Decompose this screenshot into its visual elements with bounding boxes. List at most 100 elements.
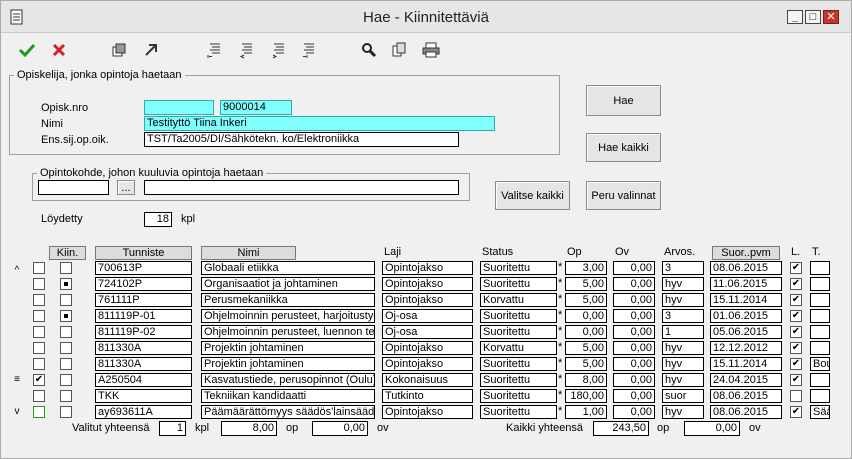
cell-arvos[interactable]: hyv	[662, 293, 704, 307]
header-nimi[interactable]: Nimi	[201, 246, 296, 260]
cell-nimi[interactable]: Kasvatustiede, perusopinnot (Oulu)	[201, 373, 375, 387]
cell-suor-pvm[interactable]: 08.06.2015	[710, 261, 782, 275]
cell-laji[interactable]: Oj-osa	[382, 309, 473, 323]
l-checkbox[interactable]: ✔	[790, 262, 802, 274]
kiin-checkbox[interactable]	[60, 342, 72, 354]
cancel-icon[interactable]	[49, 41, 69, 59]
select-checkbox[interactable]	[33, 294, 45, 306]
l-checkbox[interactable]: ✔	[790, 358, 802, 370]
cell-t[interactable]	[810, 373, 830, 387]
cell-laji[interactable]: Opintojakso	[382, 357, 473, 371]
cell-nimi[interactable]: Ohjelmoinnin perusteet, harjoitustyö	[201, 309, 375, 323]
cell-suor-pvm[interactable]: 15.11.2014	[710, 293, 782, 307]
cell-op[interactable]: 5,00	[565, 341, 607, 355]
l-checkbox[interactable]: ✔	[790, 374, 802, 386]
cell-ov[interactable]: 0,00	[613, 357, 655, 371]
cell-laji[interactable]: Oj-osa	[382, 325, 473, 339]
cell-t[interactable]: Bou	[810, 357, 830, 371]
cell-suor-pvm[interactable]: 05.06.2015	[710, 325, 782, 339]
opisk-nro-field[interactable]: 9000014	[220, 100, 292, 115]
copy-documents-icon[interactable]	[389, 41, 409, 59]
kiin-checkbox[interactable]	[60, 326, 72, 338]
cell-arvos[interactable]: hyv	[662, 373, 704, 387]
target-name-field[interactable]	[144, 180, 459, 195]
first-record-icon[interactable]	[205, 41, 225, 59]
cell-suor-pvm[interactable]: 08.06.2015	[710, 405, 782, 419]
cell-arvos[interactable]: suor	[662, 389, 704, 403]
table-row[interactable]: TKK Tekniikan kandidaatti Tutkinto Suoritet…	[1, 388, 851, 404]
maximize-button[interactable]: □	[805, 10, 821, 24]
cell-t[interactable]	[810, 325, 830, 339]
cell-op[interactable]: 8,00	[565, 373, 607, 387]
table-row[interactable]: 811330A Projektin johtaminen Opintojakso Ko…	[1, 340, 851, 356]
select-checkbox[interactable]	[33, 406, 45, 418]
cell-nimi[interactable]: Organisaatiot ja johtaminen	[201, 277, 375, 291]
previous-record-icon[interactable]	[237, 41, 257, 59]
cell-arvos[interactable]: hyv	[662, 341, 704, 355]
cell-ov[interactable]: 0,00	[613, 261, 655, 275]
cell-tunniste[interactable]: 811330A	[95, 341, 192, 355]
restore-windows-icon[interactable]	[109, 41, 129, 59]
kiin-checkbox[interactable]	[60, 262, 72, 274]
cell-arvos[interactable]: hyv	[662, 405, 704, 419]
cell-nimi[interactable]: Perusmekaniikka	[201, 293, 375, 307]
peru-valinnat-button[interactable]: Peru valinnat	[586, 181, 661, 210]
accept-icon[interactable]	[17, 41, 37, 59]
cell-suor-pvm[interactable]: 24.04.2015	[710, 373, 782, 387]
cell-laji[interactable]: Opintojakso	[382, 341, 473, 355]
cell-ov[interactable]: 0,00	[613, 309, 655, 323]
opisk-nro-prefix-field[interactable]	[144, 100, 214, 115]
cell-ov[interactable]: 0,00	[613, 325, 655, 339]
select-checkbox[interactable]	[33, 390, 45, 402]
header-tunniste[interactable]: Tunniste	[95, 246, 192, 260]
table-row[interactable]: 724102P Organisaatiot ja johtaminen Opinto…	[1, 276, 851, 292]
kiin-checkbox[interactable]	[60, 390, 72, 402]
l-checkbox[interactable]: ✔	[790, 278, 802, 290]
cell-arvos[interactable]: hyv	[662, 277, 704, 291]
select-checkbox[interactable]	[33, 262, 45, 274]
cell-ov[interactable]: 0,00	[613, 293, 655, 307]
cell-status[interactable]: Suoritettu	[480, 309, 557, 323]
cell-op[interactable]: 3,00	[565, 261, 607, 275]
select-checkbox[interactable]	[33, 342, 45, 354]
select-checkbox[interactable]	[33, 358, 45, 370]
cell-laji[interactable]: Opintojakso	[382, 293, 473, 307]
cell-nimi[interactable]: Päämäärättömyys säädös'lainsäädäntö	[201, 405, 375, 419]
valitse-kaikki-button[interactable]: Valitse kaikki	[495, 181, 570, 210]
kiin-checkbox[interactable]	[60, 406, 72, 418]
cell-tunniste[interactable]: TKK	[95, 389, 192, 403]
l-checkbox[interactable]: ✔	[790, 342, 802, 354]
target-code-field[interactable]	[38, 180, 109, 195]
cell-tunniste[interactable]: 811119P-01	[95, 309, 192, 323]
cell-status[interactable]: Korvattu	[480, 341, 557, 355]
kiin-checkbox[interactable]	[60, 294, 72, 306]
cell-tunniste[interactable]: A250504	[95, 373, 192, 387]
cell-ov[interactable]: 0,00	[613, 373, 655, 387]
hae-button[interactable]: Hae	[586, 85, 661, 116]
table-row[interactable]: ay693611A Päämäärättömyys säädös'lainsääd…	[1, 404, 851, 420]
cell-arvos[interactable]: 3	[662, 261, 704, 275]
cell-t[interactable]	[810, 389, 830, 403]
cell-tunniste[interactable]: 700613P	[95, 261, 192, 275]
cell-suor-pvm[interactable]: 08.06.2015	[710, 389, 782, 403]
l-checkbox[interactable]: ✔	[790, 406, 802, 418]
table-row[interactable]: 811119P-02 Ohjelmoinnin perusteet, luenno…	[1, 324, 851, 340]
search-icon[interactable]	[359, 41, 379, 59]
cell-suor-pvm[interactable]: 11.06.2015	[710, 277, 782, 291]
hae-kaikki-button[interactable]: Hae kaikki	[586, 133, 661, 162]
header-kiin[interactable]: Kiin.	[49, 246, 86, 260]
cell-nimi[interactable]: Projektin johtaminen	[201, 357, 375, 371]
cell-nimi[interactable]: Tekniikan kandidaatti	[201, 389, 375, 403]
next-record-icon[interactable]	[269, 41, 289, 59]
cell-tunniste[interactable]: 811330A	[95, 357, 192, 371]
print-icon[interactable]	[421, 41, 441, 59]
cell-t[interactable]: Sää	[810, 405, 830, 419]
cell-ov[interactable]: 0,00	[613, 389, 655, 403]
cell-op[interactable]: 180,00	[565, 389, 607, 403]
minimize-button[interactable]: _	[787, 10, 803, 24]
cell-laji[interactable]: Opintojakso	[382, 405, 473, 419]
cell-laji[interactable]: Opintojakso	[382, 261, 473, 275]
l-checkbox[interactable]: ✔	[790, 326, 802, 338]
cell-suor-pvm[interactable]: 12.12.2012	[710, 341, 782, 355]
cell-nimi[interactable]: Globaali etiikka	[201, 261, 375, 275]
